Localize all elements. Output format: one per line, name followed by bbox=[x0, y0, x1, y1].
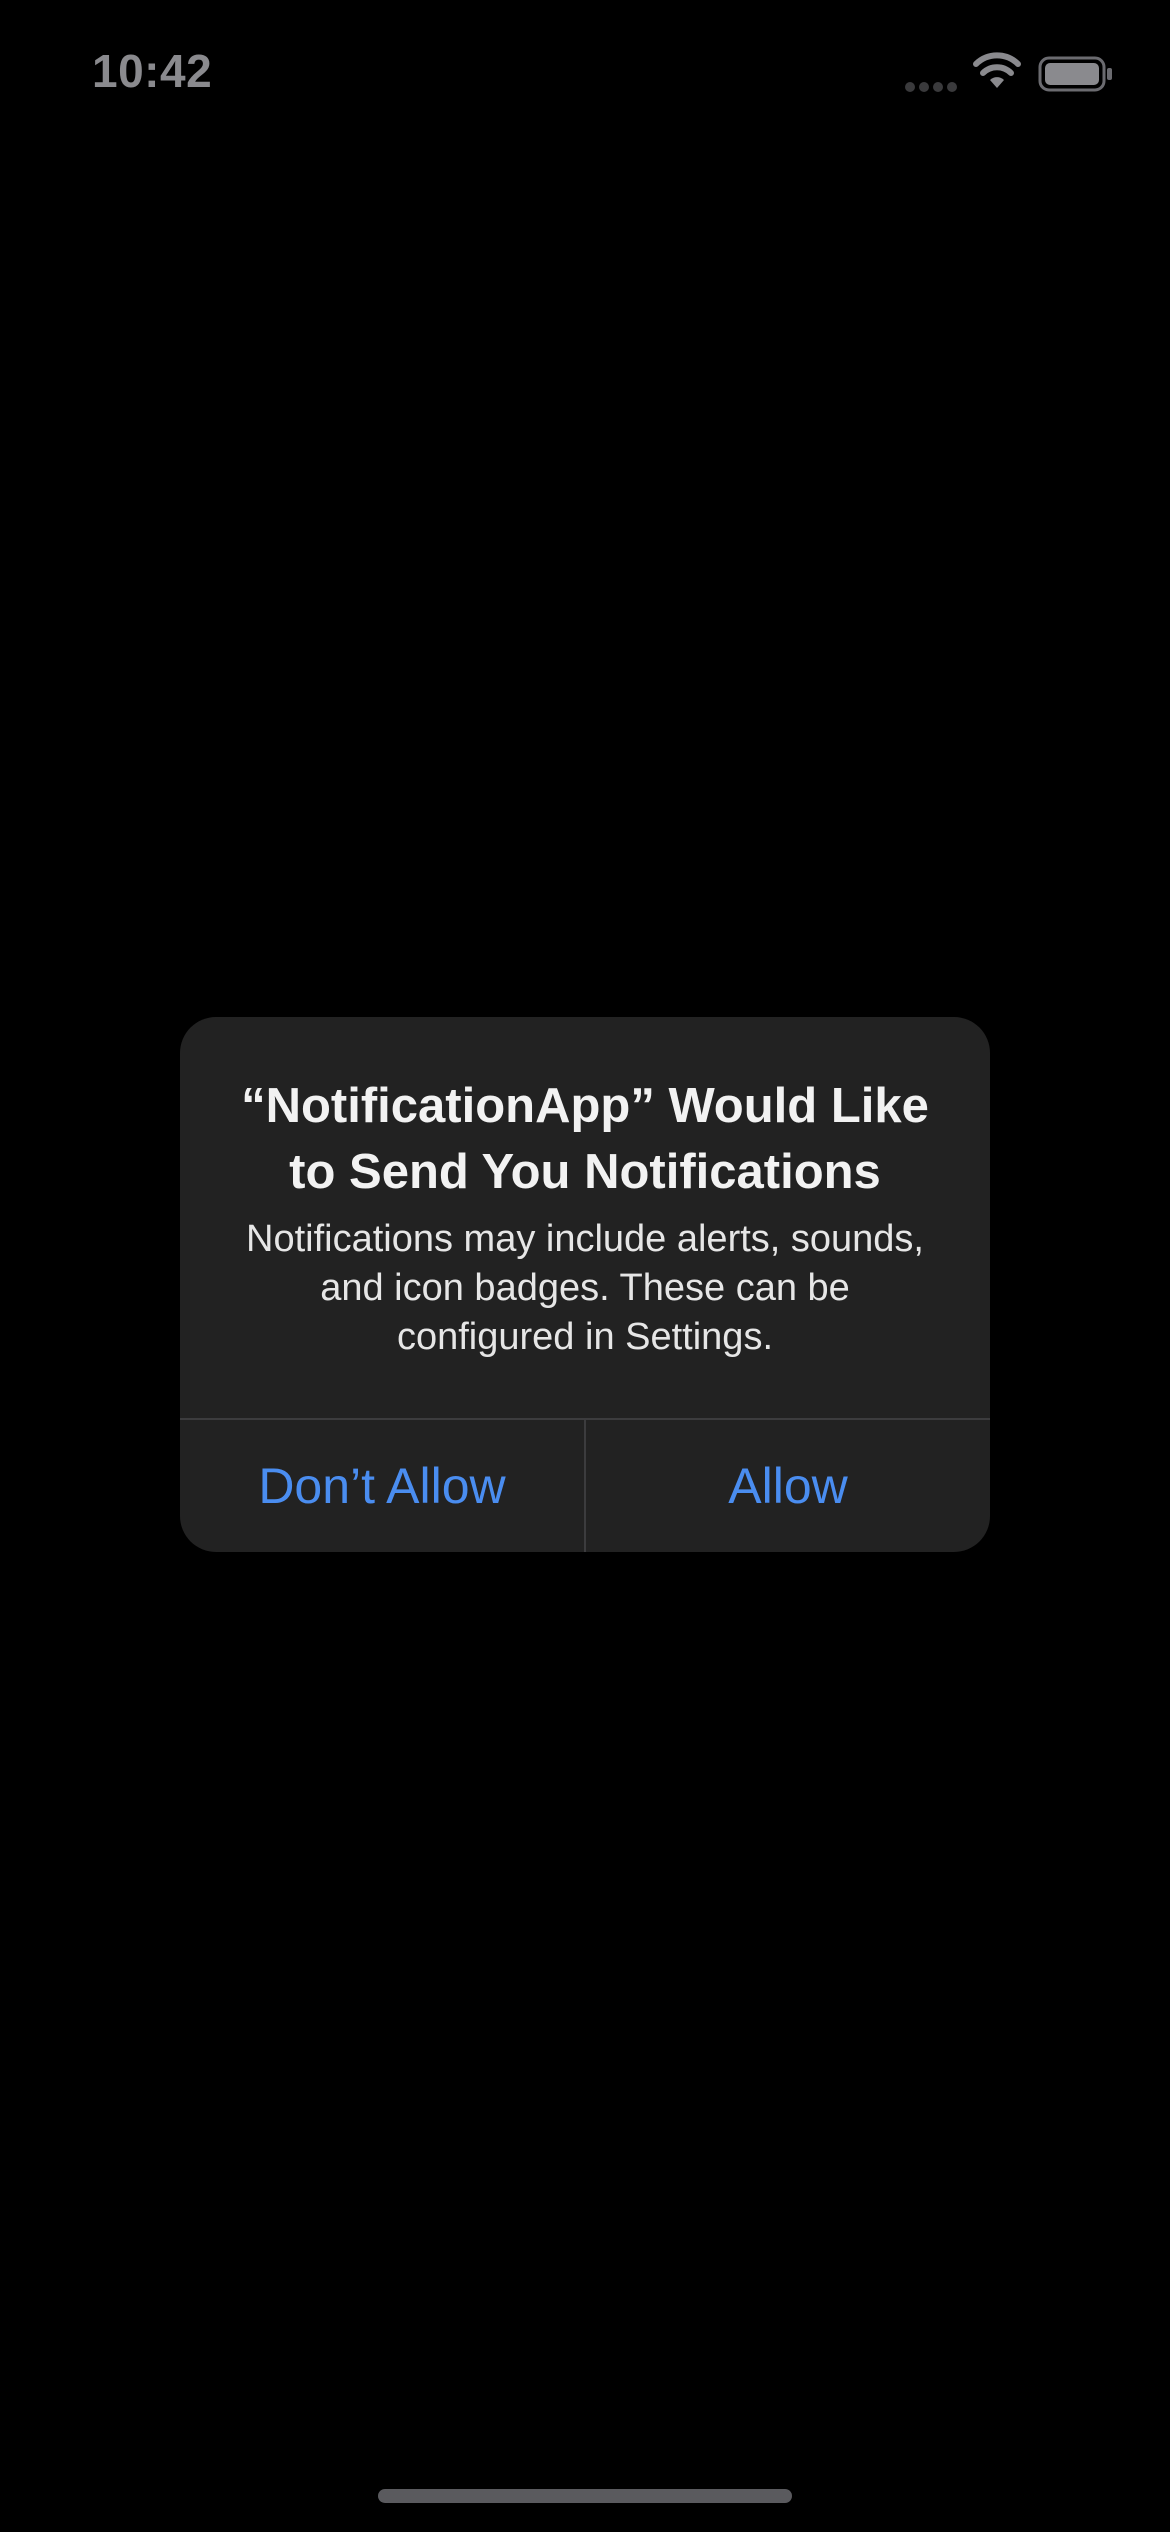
battery-icon bbox=[1038, 56, 1112, 92]
status-bar: 10:42 bbox=[0, 0, 1170, 150]
cellular-signal-icon bbox=[905, 82, 957, 92]
wifi-icon bbox=[973, 52, 1021, 88]
dont-allow-button[interactable]: Don’t Allow bbox=[180, 1420, 584, 1552]
alert-title: “NotificationApp” Would Like to Send You… bbox=[241, 1079, 929, 1199]
allow-button[interactable]: Allow bbox=[586, 1420, 990, 1552]
notification-permission-alert: “NotificationApp” Would Like to Send You… bbox=[180, 1017, 990, 1552]
status-time: 10:42 bbox=[92, 45, 213, 97]
alert-message: Notifications may include alerts, sounds… bbox=[246, 1218, 924, 1358]
home-indicator[interactable] bbox=[378, 2489, 792, 2503]
